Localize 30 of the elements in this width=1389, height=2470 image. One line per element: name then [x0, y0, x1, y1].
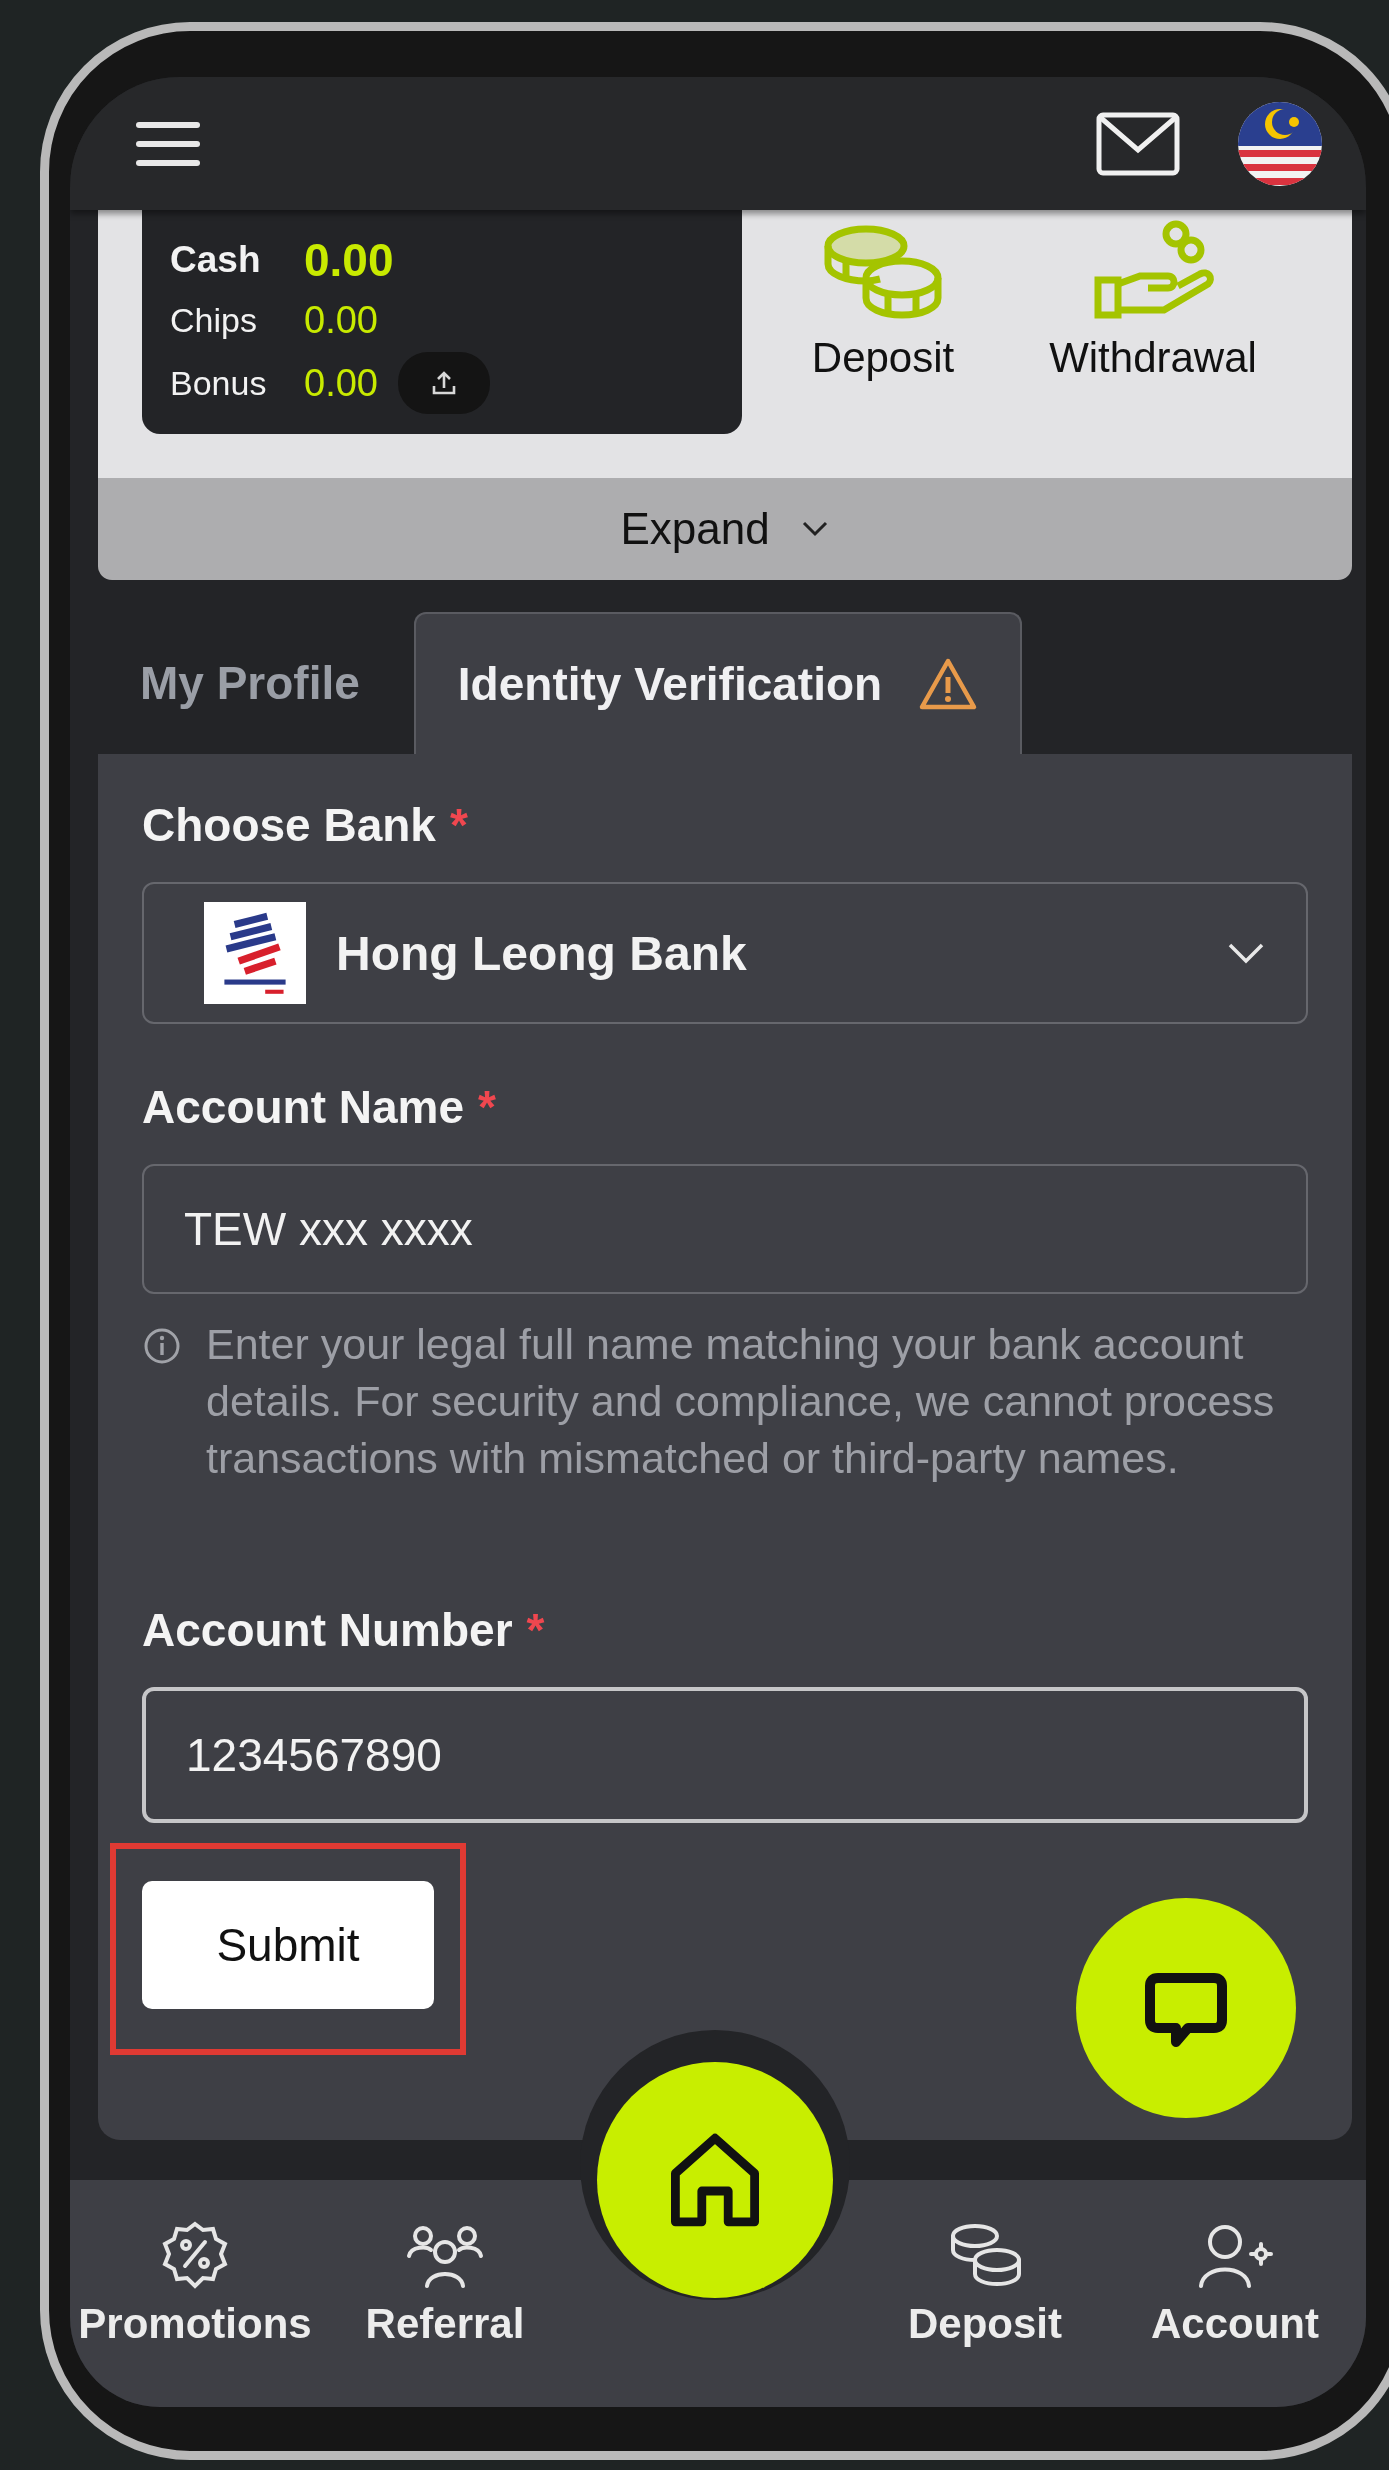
balance-value: 0.00	[304, 299, 378, 342]
submit-button[interactable]: Submit	[142, 1881, 434, 2009]
chevron-down-icon	[1226, 941, 1266, 965]
bank-select[interactable]: Hong Leong Bank	[142, 882, 1308, 1024]
expand-button[interactable]: Expand	[98, 478, 1352, 580]
tab[interactable]: Identity Verification	[413, 612, 1023, 754]
field-label: Account Name	[142, 1080, 465, 1134]
nav-item[interactable]: Account	[1110, 2220, 1360, 2348]
nav-item[interactable]: Promotions	[70, 2220, 320, 2348]
info-icon	[142, 1326, 182, 1366]
tab[interactable]: My Profile	[98, 612, 402, 754]
nav-item[interactable]: Referral	[320, 2220, 570, 2348]
field-label: Account Number	[142, 1603, 513, 1657]
hint-text: Enter your legal full name matching your bank account details. For security and compliance, we cannot process transactions with mismatched or third-party names.	[206, 1319, 1276, 1484]
deposit-button[interactable]: Deposit	[748, 220, 1018, 382]
mail-icon[interactable]	[1096, 111, 1180, 176]
balance-value: 0.00	[304, 361, 378, 405]
bank-logo-icon	[204, 902, 306, 1004]
balance-label: Cash	[170, 238, 262, 281]
balance-value: 0.00	[304, 232, 394, 287]
balance-label: Bonus	[170, 363, 268, 403]
required-asterisk: *	[526, 1603, 545, 1657]
nav-item[interactable]: Deposit	[860, 2220, 1110, 2348]
input-field[interactable]: 1234567890	[142, 1687, 1308, 1823]
balance-label: Chips	[170, 301, 258, 340]
input-field[interactable]: TEW xxx xxxx	[142, 1164, 1308, 1294]
field-label: Choose Bank	[142, 798, 436, 852]
required-asterisk: *	[478, 1080, 496, 1134]
withdrawal-button[interactable]: Withdrawal	[1018, 220, 1288, 382]
required-asterisk: *	[449, 798, 468, 852]
